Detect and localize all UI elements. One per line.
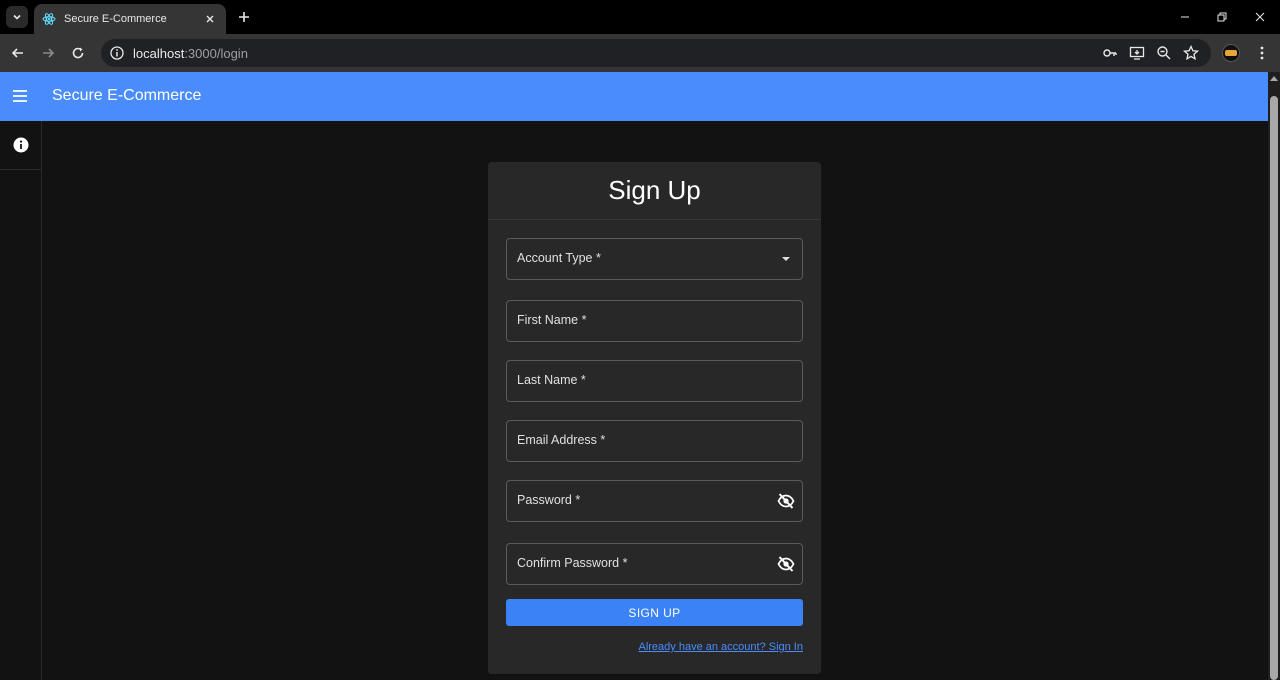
- email-label: Email Address *: [517, 433, 606, 447]
- account-type-select[interactable]: Account Type *: [506, 238, 803, 280]
- forward-icon: [43, 48, 55, 58]
- address-bar[interactable]: localhost:3000/login: [101, 39, 1211, 67]
- minimize-button[interactable]: [1176, 8, 1194, 26]
- confirm-password-label: Confirm Password *: [517, 556, 628, 570]
- browser-tab[interactable]: Secure E-Commerce: [34, 4, 226, 34]
- key-icon[interactable]: [1101, 44, 1119, 62]
- drawer-item-info[interactable]: [0, 121, 41, 170]
- scroll-up-arrow[interactable]: [1270, 74, 1278, 82]
- last-name-field[interactable]: Last Name *: [506, 360, 803, 402]
- back-icon: [11, 48, 23, 58]
- url-path: :3000/login: [184, 45, 248, 61]
- restore-icon: [1217, 12, 1227, 22]
- dropdown-arrow-icon: [776, 249, 796, 269]
- signup-card: Sign Up Account Type * First Name * Last…: [488, 162, 821, 674]
- zoom-icon[interactable]: [1155, 44, 1173, 62]
- app-title: Secure E-Commerce: [52, 87, 202, 104]
- tab-close-button[interactable]: [202, 11, 218, 27]
- app-bar: Secure E-Commerce: [0, 72, 1268, 121]
- site-info-icon[interactable]: [109, 45, 125, 61]
- account-type-label: Account Type *: [517, 251, 601, 265]
- hamburger-icon: [13, 90, 27, 102]
- new-tab-button[interactable]: [235, 8, 253, 26]
- reload-icon: [72, 47, 84, 59]
- chevron-down-icon: [13, 14, 21, 20]
- close-window-icon: [1255, 12, 1265, 22]
- install-app-icon[interactable]: [1128, 44, 1146, 62]
- more-menu-button[interactable]: [1252, 43, 1272, 63]
- caret-up-icon: [1270, 76, 1278, 81]
- tab-search-button[interactable]: [6, 6, 28, 28]
- email-field[interactable]: Email Address *: [506, 420, 803, 462]
- info-icon: [13, 137, 28, 153]
- react-favicon-icon: [42, 13, 56, 25]
- minimize-icon: [1181, 16, 1189, 18]
- side-drawer: [0, 121, 42, 680]
- page-scrollbar[interactable]: [1268, 72, 1280, 680]
- signin-link[interactable]: Already have an account? Sign In: [638, 641, 803, 653]
- plus-icon: [239, 12, 249, 22]
- browser-toolbar: localhost:3000/login: [0, 34, 1280, 72]
- visibility-off-icon[interactable]: [776, 491, 796, 511]
- password-label: Password *: [517, 493, 581, 507]
- tab-title: Secure E-Commerce: [64, 13, 167, 25]
- url-host: localhost: [133, 45, 185, 61]
- scroll-thumb[interactable]: [1270, 96, 1278, 680]
- signup-button[interactable]: SIGN UP: [506, 599, 803, 626]
- browser-tab-bar: Secure E-Commerce: [0, 0, 1280, 34]
- forward-button[interactable]: [38, 43, 58, 63]
- signup-title: Sign Up: [488, 162, 821, 220]
- visibility-off-icon[interactable]: [776, 554, 796, 574]
- last-name-label: Last Name *: [517, 373, 586, 387]
- extension-icon[interactable]: [1222, 44, 1240, 62]
- back-button[interactable]: [8, 43, 28, 63]
- first-name-field[interactable]: First Name *: [506, 300, 803, 342]
- password-field[interactable]: Password *: [506, 480, 803, 522]
- more-icon: [1260, 46, 1264, 60]
- first-name-label: First Name *: [517, 313, 587, 327]
- close-icon: [206, 15, 214, 23]
- restore-button[interactable]: [1213, 8, 1231, 26]
- confirm-password-field[interactable]: Confirm Password *: [506, 543, 803, 585]
- close-window-button[interactable]: [1251, 8, 1269, 26]
- reload-button[interactable]: [68, 43, 88, 63]
- star-icon[interactable]: [1182, 44, 1200, 62]
- menu-button[interactable]: [10, 86, 30, 106]
